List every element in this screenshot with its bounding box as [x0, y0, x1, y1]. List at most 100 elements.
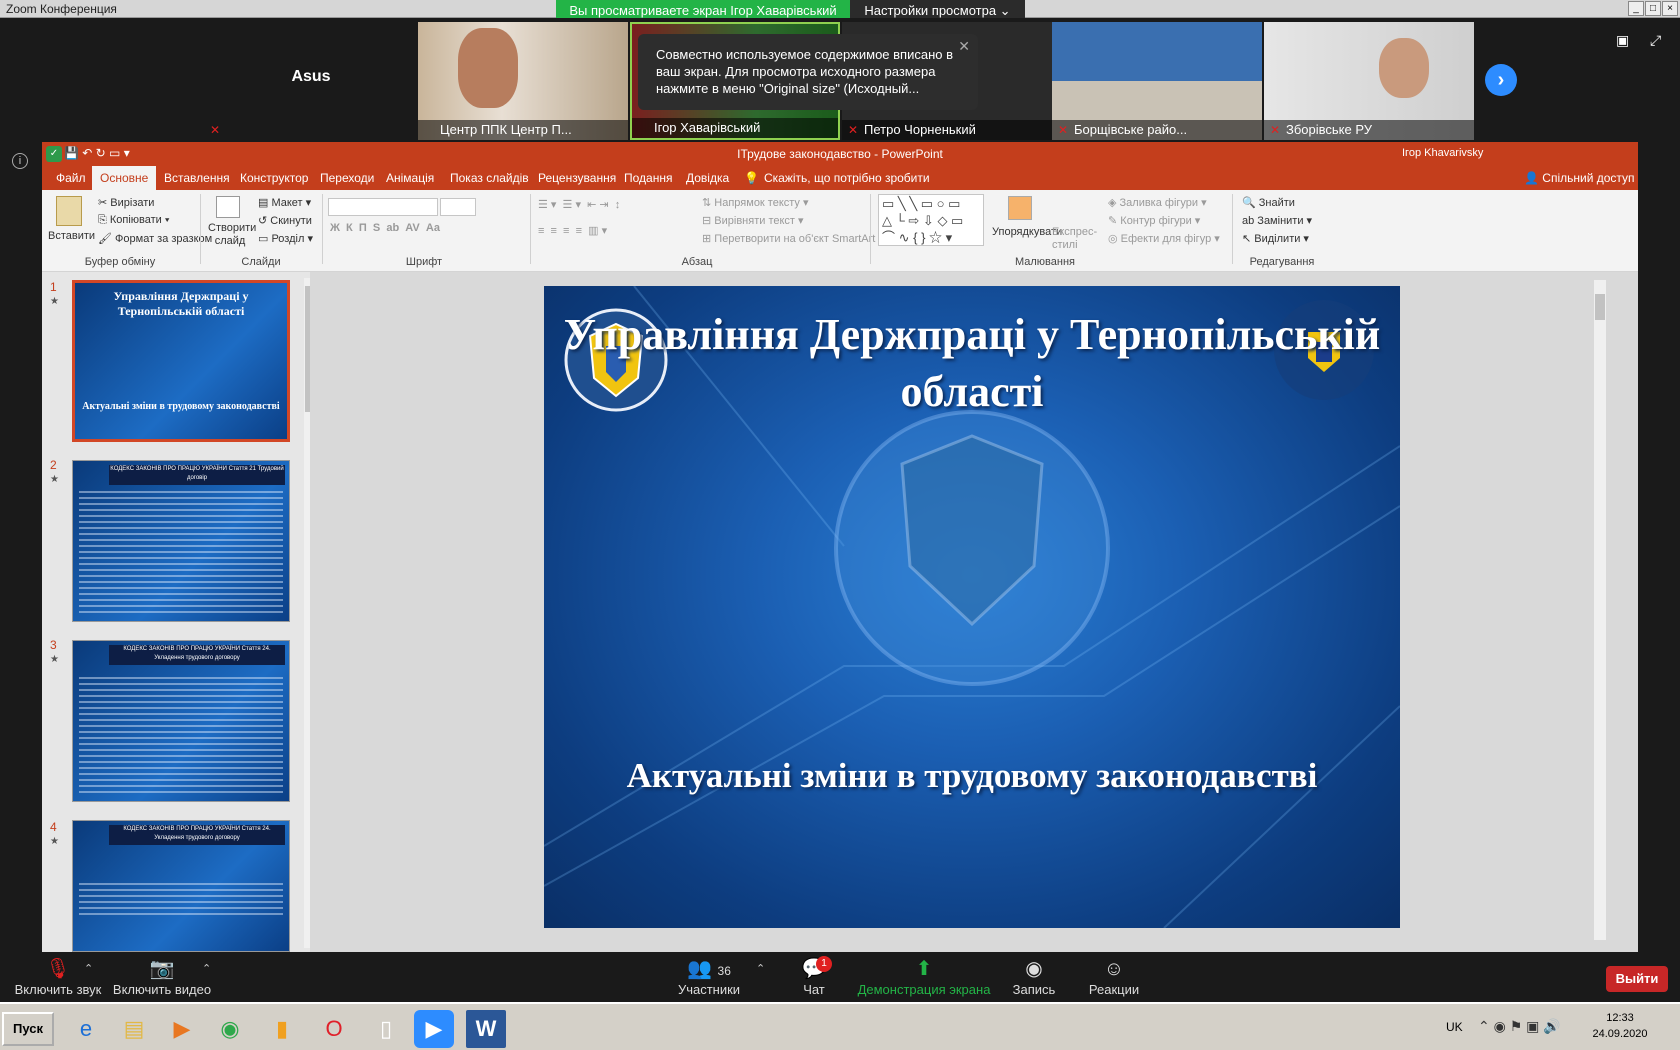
app-icon[interactable]: ▮: [262, 1010, 302, 1048]
arrange-icon[interactable]: [1008, 196, 1032, 220]
participant-tile[interactable]: Борщівське райо... ✕: [1052, 22, 1262, 140]
font-format-icons[interactable]: Ж К П S ab AV Aa: [330, 222, 440, 234]
new-slide-button[interactable]: Створити слайд: [208, 222, 256, 248]
tab-slideshow[interactable]: Показ слайдів: [442, 166, 537, 190]
participant-tile[interactable]: Зборівське РУ ✕: [1264, 22, 1474, 140]
chat-button[interactable]: 💬 Чат: [786, 956, 842, 997]
font-name-select[interactable]: [328, 198, 438, 216]
leave-button[interactable]: Выйти: [1606, 966, 1668, 992]
tab-file[interactable]: Файл: [48, 166, 94, 190]
participant-tile[interactable]: Центр ППК Центр П...: [418, 22, 628, 140]
align-icons[interactable]: ≡ ≡ ≡ ≡ ▥ ▾: [538, 224, 607, 237]
tray-icons[interactable]: ⌃ ◉ ⚑ ▣ 🔊: [1478, 1018, 1561, 1035]
close-tooltip-icon[interactable]: ✕: [958, 38, 970, 55]
thumbnail-title: КОДЕКС ЗАКОНІВ ПРО ПРАЦЮ УКРАЇНИ Стаття …: [109, 645, 285, 665]
divider: [870, 194, 871, 264]
tab-transitions[interactable]: Переходи: [312, 166, 382, 190]
thumbnail-body: [79, 491, 283, 615]
file-explorer-icon[interactable]: ▤: [114, 1010, 154, 1048]
scrollbar-thumb[interactable]: [1595, 294, 1605, 320]
share-button[interactable]: 👤 Спільний доступ: [1524, 171, 1635, 185]
opera-icon[interactable]: O: [314, 1010, 354, 1048]
minimize-button[interactable]: _: [1628, 1, 1644, 16]
reactions-button[interactable]: ☺ Реакции: [1082, 956, 1146, 997]
participants-button[interactable]: 👥 36 Участники: [672, 956, 746, 997]
participant-name: Борщівське райо...: [1052, 120, 1262, 140]
ribbon-tabs: Файл Основне Вставлення Конструктор Пере…: [42, 166, 1638, 190]
gallery-view-icon[interactable]: ▣: [1616, 32, 1629, 49]
new-slide-icon[interactable]: [216, 196, 240, 218]
clock[interactable]: 12:33 24.09.2020: [1580, 1010, 1660, 1042]
divider: [530, 194, 531, 264]
record-button[interactable]: ◉ Запись: [1004, 956, 1064, 997]
share-label: Спільний доступ: [1542, 171, 1635, 185]
slide-title: Управління Держпраці у Тернопільській об…: [563, 310, 1381, 416]
smartart-button[interactable]: ⊞ Перетворити на об'єкт SmartArt ▾: [702, 232, 884, 245]
tab-help[interactable]: Довідка: [678, 166, 737, 190]
next-page-arrow-icon[interactable]: ›: [1485, 64, 1517, 96]
slide-thumbnail[interactable]: КОДЕКС ЗАКОНІВ ПРО ПРАЦЮ УКРАЇНИ Стаття …: [72, 640, 290, 802]
slide-thumbnail[interactable]: КОДЕКС ЗАКОНІВ ПРО ПРАЦЮ УКРАЇНИ Стаття …: [72, 820, 290, 952]
tab-insert[interactable]: Вставлення: [156, 166, 238, 190]
video-button[interactable]: 📷 Включить видео: [112, 956, 212, 997]
thumbnail-body: [79, 883, 283, 917]
tab-view[interactable]: Подання: [616, 166, 680, 190]
paste-button[interactable]: Вставити: [48, 230, 95, 242]
tab-review[interactable]: Рецензування: [530, 166, 624, 190]
media-player-icon[interactable]: ▶: [162, 1010, 202, 1048]
align-text-button[interactable]: ⊟ Вирівняти текст ▾: [702, 214, 804, 227]
start-button[interactable]: Пуск: [2, 1012, 54, 1046]
audio-options-chevron-icon[interactable]: ⌃: [84, 962, 93, 975]
layout-button[interactable]: ▤ Макет ▾: [258, 196, 311, 209]
shape-effects-button[interactable]: ◎ Ефекти для фігур ▾: [1108, 232, 1220, 245]
share-screen-button[interactable]: ⬆ Демонстрация экрана: [856, 956, 992, 997]
participants-icon: 👥 36: [687, 958, 731, 980]
internet-explorer-icon[interactable]: e: [66, 1010, 106, 1048]
reset-button[interactable]: ↺ Скинути: [258, 214, 312, 227]
document-icon[interactable]: ▯: [366, 1010, 406, 1048]
participants-chevron-icon[interactable]: ⌃: [756, 962, 765, 975]
paste-icon[interactable]: [56, 196, 82, 226]
find-button[interactable]: 🔍 Знайти: [1242, 196, 1295, 209]
chrome-icon[interactable]: ◉: [210, 1010, 250, 1048]
tell-me-box[interactable]: Скажіть, що потрібно зробити: [764, 171, 930, 185]
text-direction-button[interactable]: ⇅ Напрямок тексту ▾: [702, 196, 809, 209]
transition-star-icon: ★: [50, 296, 59, 307]
video-options-chevron-icon[interactable]: ⌃: [202, 962, 211, 975]
mic-muted-icon: ✕: [1270, 123, 1281, 137]
close-button[interactable]: ×: [1662, 1, 1678, 16]
lightbulb-icon: 💡: [744, 171, 759, 185]
share-screen-icon: ⬆: [915, 958, 933, 980]
mic-muted-icon: ✕: [210, 123, 221, 137]
format-painter-button[interactable]: 🖌 Формат за зразком: [98, 232, 212, 245]
copy-button[interactable]: ⎘ Копіювати ▾: [98, 214, 170, 227]
replace-button[interactable]: ab Замінити ▾: [1242, 214, 1312, 227]
word-icon[interactable]: W: [466, 1010, 506, 1048]
select-button[interactable]: ↖ Виділити ▾: [1242, 232, 1309, 245]
editor-scrollbar[interactable]: [1594, 280, 1606, 940]
cut-button[interactable]: ✂ Вирізати: [98, 196, 154, 209]
maximize-button[interactable]: □: [1645, 1, 1661, 16]
participant-tile[interactable]: Asus ✕: [206, 22, 416, 140]
windows-taskbar: Пуск e ▤ ▶ ◉ ▮ O ▯ ▶ W UK ⌃ ◉ ⚑ ▣ 🔊 12:3…: [0, 1002, 1680, 1050]
section-button[interactable]: ▭ Розділ ▾: [258, 232, 313, 245]
list-icons[interactable]: ☰ ▾ ☰ ▾ ⇤ ⇥ ↕: [538, 198, 620, 211]
zoom-icon[interactable]: ▶: [414, 1010, 454, 1048]
quick-styles-button[interactable]: Експрес-стилі: [1052, 226, 1102, 252]
tab-home[interactable]: Основне: [92, 166, 157, 190]
shapes-gallery[interactable]: ▭ ╲ ╲ ▭ ○ ▭ △ └ ⇨ ⇩ ◇ ▭ ⌒ ∿ { } ☆ ▾: [878, 194, 984, 246]
shape-outline-button[interactable]: ✎ Контур фігури ▾: [1108, 214, 1200, 227]
font-size-select[interactable]: [440, 198, 476, 216]
slide-thumbnail-selected[interactable]: Управління Держпраці у Тернопільській об…: [72, 280, 290, 442]
language-indicator[interactable]: UK: [1446, 1020, 1463, 1034]
fullscreen-icon[interactable]: ⤢: [1650, 32, 1661, 49]
current-slide[interactable]: Управління Держпраці у Тернопільській об…: [544, 286, 1400, 928]
participants-count: 36: [717, 964, 731, 978]
info-icon[interactable]: i: [12, 153, 28, 169]
shape-fill-button[interactable]: ◈ Заливка фігури ▾: [1108, 196, 1207, 209]
slide-thumbnail[interactable]: КОДЕКС ЗАКОНІВ ПРО ПРАЦЮ УКРАЇНИ Стаття …: [72, 460, 290, 622]
tab-design[interactable]: Конструктор: [232, 166, 316, 190]
slide-number: 3: [50, 638, 57, 652]
tab-animations[interactable]: Анімація: [378, 166, 442, 190]
participant-video: [458, 28, 518, 108]
